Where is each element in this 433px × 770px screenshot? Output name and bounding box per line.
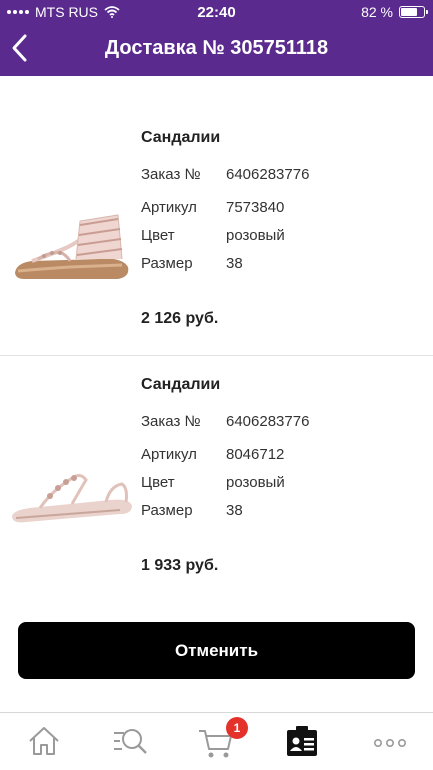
product-price: 1 933 руб.: [141, 557, 219, 574]
order-label: Заказ №: [141, 413, 201, 430]
page-title: Доставка № 305751118: [104, 37, 329, 59]
product-name: Сандалии: [141, 376, 221, 393]
profile-card-icon[interactable]: [282, 721, 322, 761]
home-icon[interactable]: [24, 721, 64, 761]
article-value: 7573840: [226, 199, 285, 216]
color-label: Цвет: [141, 474, 175, 491]
order-value: 6406283776: [226, 166, 310, 183]
color-label: Цвет: [141, 227, 175, 244]
list-item[interactable]: Сандалии Заказ № 6406283776 Артикул 8046…: [0, 356, 433, 606]
product-name: Сандалии: [141, 129, 221, 146]
battery-icon: [399, 6, 428, 18]
tab-bar: [0, 712, 433, 770]
article-label: Артикул: [141, 446, 197, 463]
article-value: 8046712: [226, 446, 285, 463]
search-icon[interactable]: [110, 721, 150, 761]
article-label: Артикул: [141, 199, 197, 216]
color-value: розовый: [226, 474, 285, 491]
battery-percent: 82 %: [361, 4, 393, 20]
more-icon[interactable]: [370, 721, 410, 761]
size-label: Размер: [141, 255, 193, 272]
color-value: розовый: [226, 227, 285, 244]
order-value: 6406283776: [226, 413, 310, 430]
order-label: Заказ №: [141, 166, 201, 183]
sandal-image: [15, 214, 129, 279]
sandal-image: [12, 474, 132, 523]
status-bar: MTS RUS 22:40 82 %: [0, 0, 433, 24]
product-price: 2 126 руб.: [141, 310, 219, 327]
list-item[interactable]: Сандалии Заказ № 6406283776 Артикул 7573…: [0, 76, 433, 356]
cart-badge: 1: [226, 717, 248, 739]
size-label: Размер: [141, 502, 193, 519]
size-value: 38: [226, 502, 243, 519]
app-header: MTS RUS 22:40 82 % Доставка № 305751118: [0, 0, 433, 76]
cancel-button[interactable]: Отменить: [18, 622, 415, 679]
size-value: 38: [226, 255, 243, 272]
